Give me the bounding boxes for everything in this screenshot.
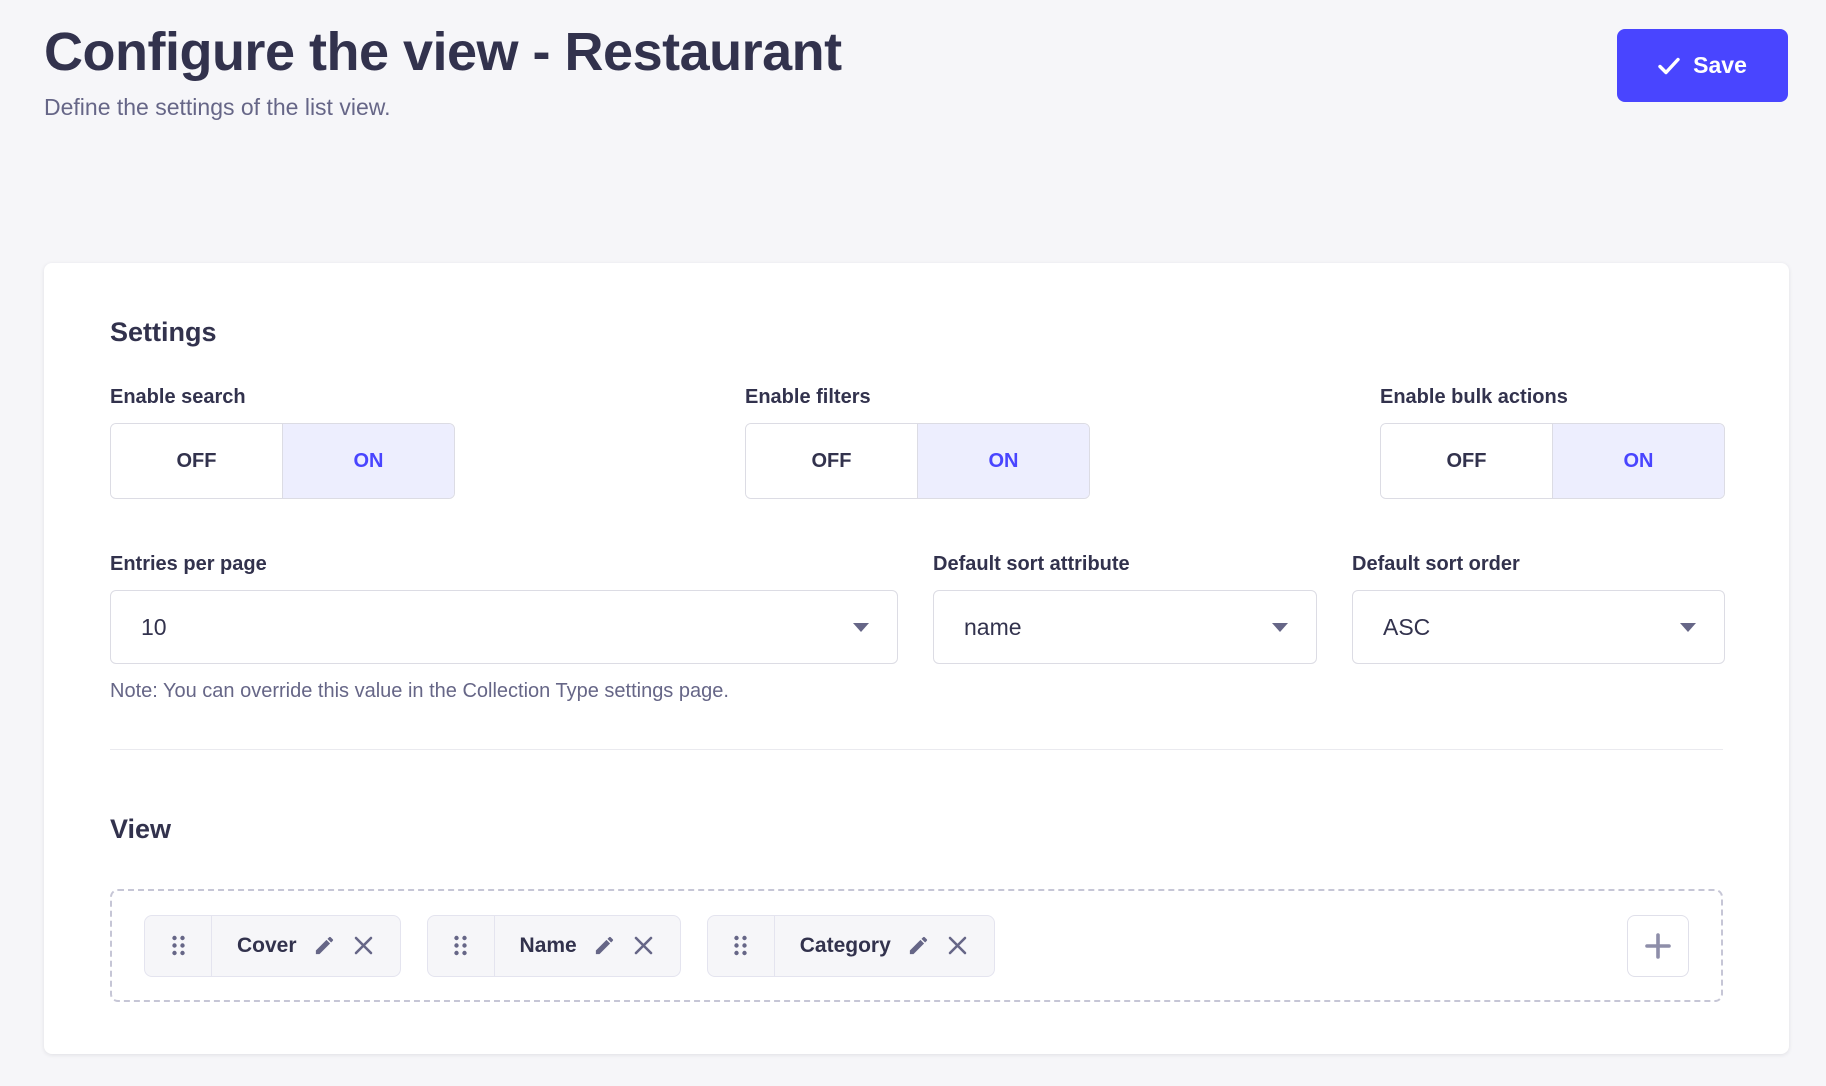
- field-default-sort-order: Default sort order ASC: [1352, 553, 1725, 664]
- select-value: name: [964, 614, 1022, 641]
- add-field-button[interactable]: [1627, 915, 1689, 977]
- toggle-enable-search: OFF ON: [110, 423, 455, 499]
- remove-x-icon[interactable]: [632, 934, 655, 957]
- page-title: Configure the view - Restaurant: [44, 22, 842, 82]
- field-chip-category[interactable]: Category: [707, 915, 995, 977]
- toggle-enable-bulk-actions: OFF ON: [1380, 423, 1725, 499]
- remove-x-icon[interactable]: [946, 934, 969, 957]
- toggle-off-option[interactable]: OFF: [746, 424, 917, 498]
- toggle-off-option[interactable]: OFF: [111, 424, 282, 498]
- drag-handle-icon[interactable]: [145, 916, 212, 976]
- toggle-off-option[interactable]: OFF: [1381, 424, 1552, 498]
- edit-pencil-icon[interactable]: [593, 934, 616, 957]
- toggle-on-option[interactable]: ON: [1552, 424, 1724, 498]
- plus-icon: [1643, 931, 1673, 961]
- chevron-down-icon: [1272, 623, 1288, 632]
- select-label: Default sort attribute: [933, 553, 1317, 576]
- select-value: 10: [141, 614, 167, 641]
- field-entries-per-page: Entries per page 10: [110, 553, 898, 664]
- chip-label: Cover: [237, 934, 297, 958]
- settings-card: Settings Enable search OFF ON Enable fil…: [44, 263, 1789, 1054]
- select-label: Entries per page: [110, 553, 898, 576]
- field-chip-name[interactable]: Name: [427, 915, 681, 977]
- default-sort-order-select[interactable]: ASC: [1352, 590, 1725, 664]
- field-chip-cover[interactable]: Cover: [144, 915, 401, 977]
- chevron-down-icon: [853, 623, 869, 632]
- save-button[interactable]: Save: [1617, 29, 1788, 102]
- drag-handle-icon[interactable]: [708, 916, 775, 976]
- note-text: Note: You can override this value in the…: [110, 680, 1723, 703]
- edit-pencil-icon[interactable]: [907, 934, 930, 957]
- field-drop-zone: Cover: [110, 889, 1723, 1002]
- toggles-row: Enable search OFF ON Enable filters OFF …: [110, 386, 1723, 499]
- toggle-label: Enable filters: [745, 386, 1090, 409]
- toggle-on-option[interactable]: ON: [282, 424, 454, 498]
- chip-body: Category: [775, 916, 994, 976]
- chevron-down-icon: [1680, 623, 1696, 632]
- entries-per-page-select[interactable]: 10: [110, 590, 898, 664]
- chip-label: Name: [520, 934, 577, 958]
- section-divider: [110, 749, 1723, 750]
- chip-body: Name: [495, 916, 680, 976]
- settings-heading: Settings: [110, 317, 1723, 348]
- page-subtitle: Define the settings of the list view.: [44, 94, 842, 121]
- toggle-enable-filters: OFF ON: [745, 423, 1090, 499]
- chip-label: Category: [800, 934, 891, 958]
- toggle-on-option[interactable]: ON: [917, 424, 1089, 498]
- selects-row: Entries per page 10 Default sort attribu…: [110, 553, 1723, 664]
- edit-pencil-icon[interactable]: [313, 934, 336, 957]
- chip-body: Cover: [212, 916, 400, 976]
- view-heading: View: [110, 814, 1723, 845]
- toggle-group-enable-filters: Enable filters OFF ON: [745, 386, 1090, 499]
- toggle-group-enable-search: Enable search OFF ON: [110, 386, 455, 499]
- select-value: ASC: [1383, 614, 1430, 641]
- toggle-label: Enable bulk actions: [1380, 386, 1725, 409]
- toggle-label: Enable search: [110, 386, 455, 409]
- select-label: Default sort order: [1352, 553, 1725, 576]
- drag-handle-icon[interactable]: [428, 916, 495, 976]
- default-sort-attribute-select[interactable]: name: [933, 590, 1317, 664]
- field-default-sort-attribute: Default sort attribute name: [933, 553, 1317, 664]
- page-header: Configure the view - Restaurant Define t…: [44, 22, 842, 121]
- remove-x-icon[interactable]: [352, 934, 375, 957]
- save-button-label: Save: [1693, 52, 1747, 79]
- toggle-group-enable-bulk-actions: Enable bulk actions OFF ON: [1380, 386, 1725, 499]
- check-icon: [1658, 57, 1680, 75]
